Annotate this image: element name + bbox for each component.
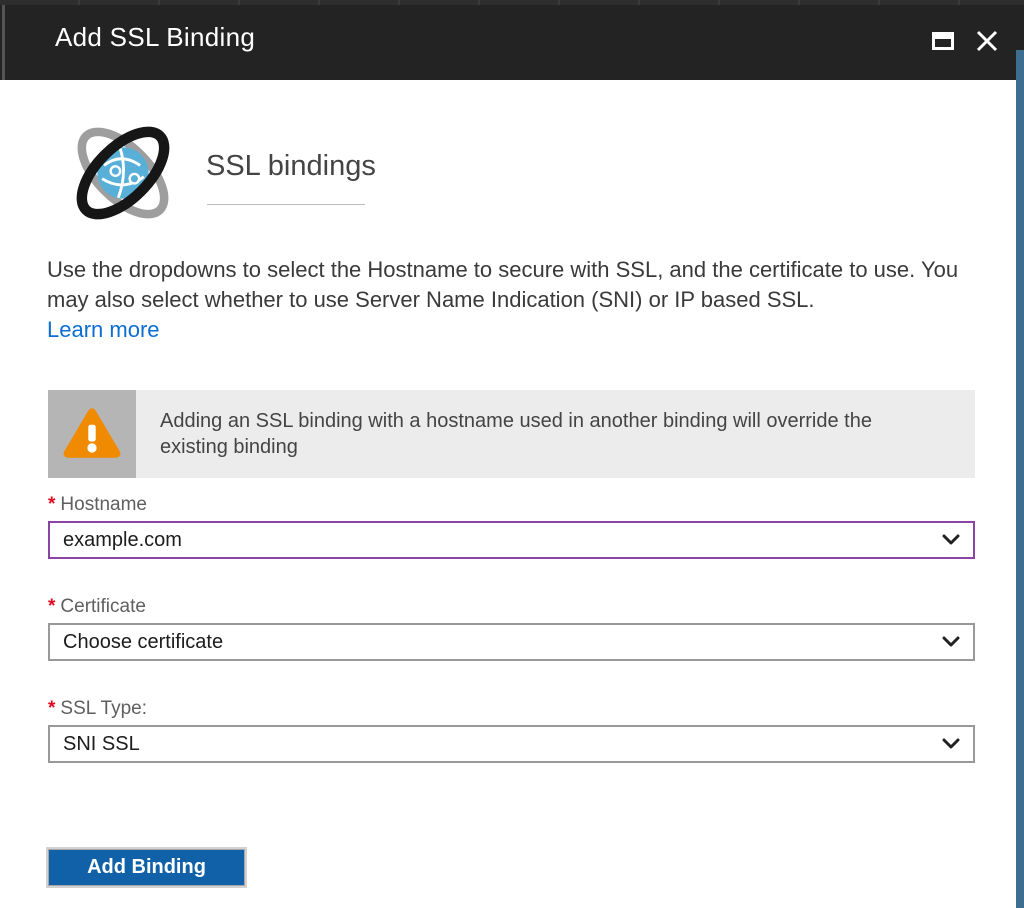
ssl-type-dropdown-value: SNI SSL [63,733,140,756]
ssl-bindings-orbit-icon [66,116,180,230]
certificate-dropdown[interactable]: Choose certificate [48,623,975,661]
maximize-button[interactable] [928,26,958,56]
chevron-down-icon [942,534,960,546]
warning-text: Adding an SSL binding with a hostname us… [136,390,975,478]
hostname-dropdown[interactable]: example.com [48,521,975,559]
add-binding-button[interactable]: Add Binding [48,849,245,886]
portal-background-strip-top [1016,5,1024,50]
maximize-icon [932,32,954,50]
ssl-type-label-text: SSL Type: [60,698,147,719]
ssl-type-label: *SSL Type: [48,698,147,720]
certificate-label-text: Certificate [60,596,146,617]
chevron-down-icon [942,636,960,648]
heading-divider [207,204,365,205]
hostname-label: *Hostname [48,494,147,516]
certificate-dropdown-value: Choose certificate [63,631,223,654]
warning-icon-box [48,390,136,478]
description-text: Use the dropdowns to select the Hostname… [47,255,959,315]
hostname-dropdown-value: example.com [63,529,182,552]
blade-left-border-header [2,5,5,80]
certificate-label: *Certificate [48,596,146,618]
close-button[interactable] [972,26,1002,56]
required-marker: * [48,698,55,719]
required-marker: * [48,596,55,617]
ssl-type-dropdown[interactable]: SNI SSL [48,725,975,763]
close-icon [975,29,999,53]
chevron-down-icon [942,738,960,750]
warning-triangle-icon [62,407,122,461]
blade-content: SSL bindings Use the dropdowns to select… [0,80,1016,908]
warning-banner: Adding an SSL binding with a hostname us… [48,390,975,478]
required-marker: * [48,494,55,515]
page-title: SSL bindings [206,150,376,183]
blade-title: Add SSL Binding [55,22,255,53]
hostname-label-text: Hostname [60,494,147,515]
learn-more-link[interactable]: Learn more [47,317,160,343]
blade-header: Add SSL Binding [0,5,1016,80]
portal-background-strip [1016,5,1024,908]
